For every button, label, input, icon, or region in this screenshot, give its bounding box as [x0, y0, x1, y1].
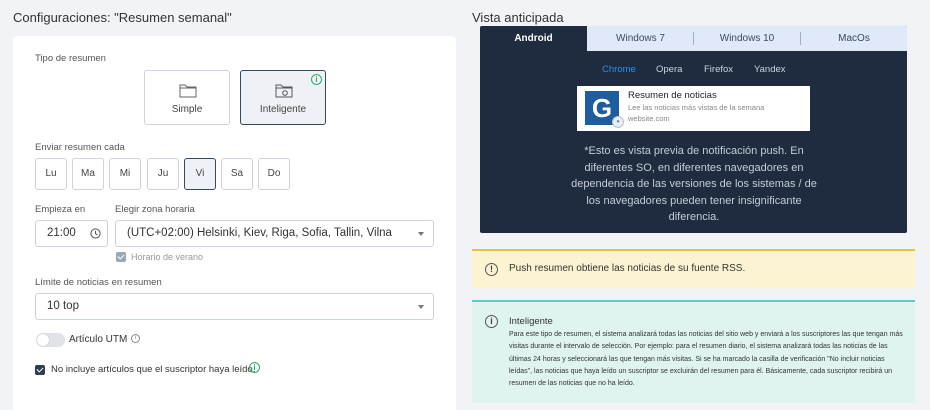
timezone-value: (UTC+02:00) Helsinki, Kiev, Riga, Sofia,…: [127, 227, 392, 239]
warning-text: Push resumen obtiene las noticias de su …: [509, 263, 746, 274]
settings-title: Configuraciones: "Resumen semanal": [13, 10, 232, 25]
limit-value: 10 top: [47, 300, 79, 312]
notification-body: Lee las noticias más vistas de la semana: [628, 103, 765, 112]
dst-checkbox[interactable]: [116, 252, 126, 262]
preview-disclaimer: *Esto es vista previa de notificación pu…: [571, 145, 817, 223]
notification-card: G • Resumen de noticias Lee las noticias …: [577, 86, 810, 131]
info-icon[interactable]: i: [249, 362, 260, 373]
toggle-knob: [37, 334, 49, 346]
utm-toggle[interactable]: [36, 333, 65, 347]
preview-title: Vista anticipada: [472, 10, 564, 25]
day-ma-button[interactable]: Ma: [72, 158, 104, 190]
site-logo: G •: [585, 91, 624, 128]
type-simple-label: Simple: [171, 104, 203, 115]
notification-title: Resumen de noticias: [628, 90, 717, 101]
info-icon[interactable]: i: [311, 74, 322, 85]
summary-type-label: Tipo de resumen: [35, 53, 106, 64]
day-sa-button[interactable]: Sa: [221, 158, 253, 190]
bell-icon: •: [612, 116, 624, 128]
start-time-input[interactable]: 21:00: [35, 220, 108, 247]
os-tabs: Android Windows 7 Windows 10 MacOs: [480, 26, 907, 51]
day-lu-button[interactable]: Lu: [35, 158, 67, 190]
limit-select[interactable]: 10 top: [35, 293, 434, 320]
folder-icon: [179, 84, 197, 98]
push-preview: Android Windows 7 Windows 10 MacOs Chrom…: [480, 26, 907, 233]
info-icon[interactable]: i: [131, 334, 140, 343]
dst-label: Horario de verano: [131, 252, 204, 262]
browser-chrome[interactable]: Chrome: [602, 64, 636, 75]
settings-card: Tipo de resumen Simple i Inteligente Env…: [13, 36, 456, 410]
utm-label: Artículo UTM: [69, 334, 128, 345]
day-vi-button[interactable]: Vi: [184, 158, 216, 190]
day-do-button[interactable]: Do: [258, 158, 290, 190]
type-simple-button[interactable]: Simple: [144, 70, 230, 125]
info-body: Para este tipo de resumen, el sistema an…: [509, 331, 903, 388]
tab-windows-7[interactable]: Windows 7: [587, 26, 694, 51]
tab-android[interactable]: Android: [480, 26, 587, 51]
limit-label: Límite de noticias en resumen: [35, 277, 162, 288]
info-title: Inteligente: [509, 316, 553, 327]
chevron-down-icon: [418, 305, 424, 309]
clock-icon: [90, 228, 101, 239]
tab-macos[interactable]: MacOs: [801, 26, 907, 51]
browser-firefox[interactable]: Firefox: [704, 64, 733, 75]
start-time-value: 21:00: [47, 227, 76, 239]
browser-yandex[interactable]: Yandex: [754, 64, 786, 75]
exclude-read-checkbox[interactable]: [35, 365, 45, 375]
start-time-label: Empieza en: [35, 204, 86, 215]
warning-icon: !: [485, 263, 498, 276]
day-ju-button[interactable]: Ju: [147, 158, 179, 190]
tab-windows-10[interactable]: Windows 10: [694, 26, 800, 51]
type-smart-button[interactable]: i Inteligente: [240, 70, 326, 125]
browser-opera[interactable]: Opera: [656, 64, 682, 75]
type-smart-label: Inteligente: [259, 104, 307, 115]
timezone-select[interactable]: (UTC+02:00) Helsinki, Kiev, Riga, Sofia,…: [115, 220, 434, 247]
timezone-label: Elegir zona horaria: [115, 204, 195, 215]
send-every-label: Enviar resumen cada: [35, 142, 125, 153]
day-mi-button[interactable]: Mi: [109, 158, 141, 190]
smart-info-box: i Inteligente Para este tipo de resumen,…: [472, 300, 915, 403]
rss-warning: ! Push resumen obtiene las noticias de s…: [472, 249, 915, 288]
notification-site: website.com: [628, 114, 670, 123]
folder-gear-icon: [275, 84, 293, 98]
chevron-down-icon: [418, 232, 424, 236]
info-icon: i: [485, 315, 498, 328]
exclude-read-label: No incluye artículos que el suscriptor h…: [51, 364, 256, 375]
